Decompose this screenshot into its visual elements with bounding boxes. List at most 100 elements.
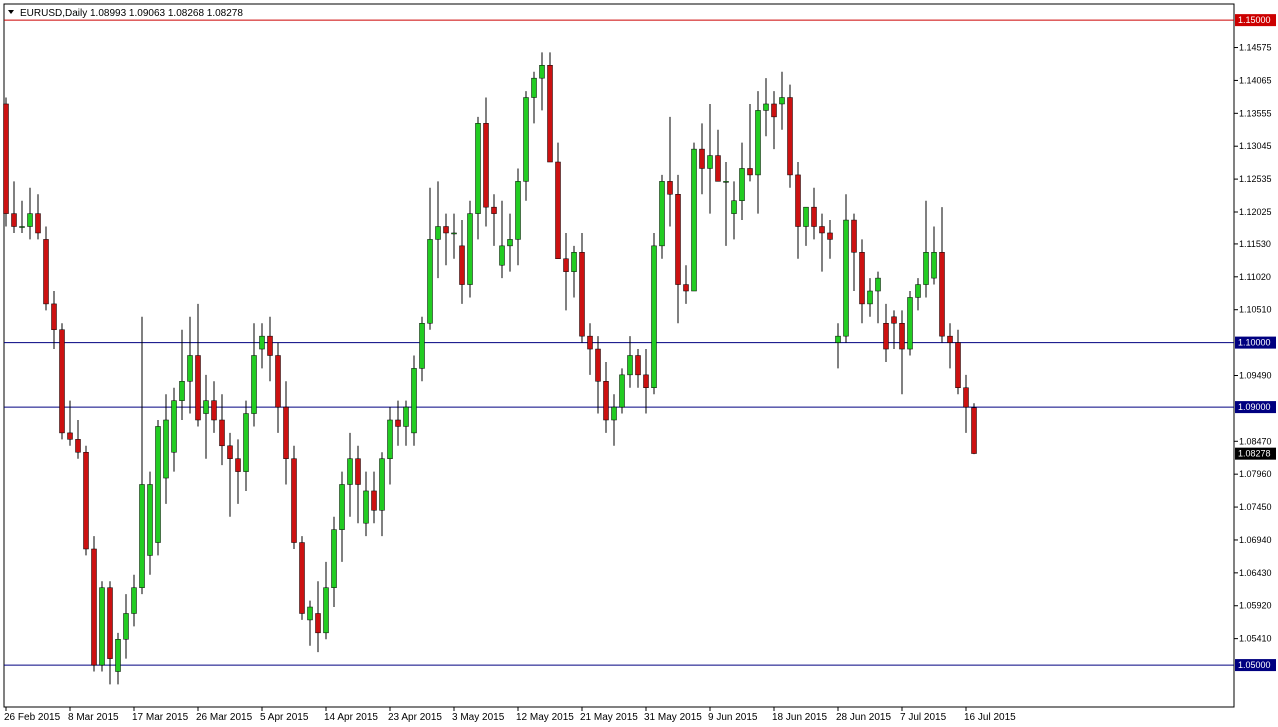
y-tick-label: 1.11530 bbox=[1239, 239, 1271, 249]
candle-body bbox=[75, 439, 81, 453]
candle-body bbox=[667, 181, 673, 195]
y-tick-label: 1.12535 bbox=[1239, 174, 1272, 184]
candle-body bbox=[843, 219, 849, 337]
candle-body bbox=[251, 355, 257, 414]
symbol-label: EURUSD,Daily bbox=[20, 8, 87, 19]
candle-body bbox=[827, 232, 833, 240]
candle-body bbox=[851, 219, 857, 253]
bearish-candle[interactable] bbox=[787, 84, 793, 188]
candle-body bbox=[835, 335, 841, 343]
candle-body bbox=[291, 458, 297, 543]
candle-body bbox=[371, 490, 377, 511]
candle-body bbox=[819, 226, 825, 234]
candle-body bbox=[387, 419, 393, 459]
y-tick-label: 1.05920 bbox=[1239, 601, 1272, 611]
candle-body bbox=[907, 297, 913, 350]
bearish-candle[interactable] bbox=[59, 323, 65, 440]
bearish-candle[interactable] bbox=[91, 536, 97, 672]
candle-body bbox=[339, 484, 345, 530]
bullish-candle[interactable] bbox=[619, 368, 625, 414]
candle-body bbox=[395, 419, 401, 427]
candle-body bbox=[923, 252, 929, 285]
candle-body bbox=[483, 123, 489, 208]
candle-body bbox=[155, 426, 161, 543]
candle-body bbox=[643, 374, 649, 388]
bullish-candle[interactable] bbox=[651, 232, 657, 395]
candle-body bbox=[955, 342, 961, 388]
candle-body bbox=[627, 355, 633, 376]
candle-body bbox=[147, 484, 153, 556]
candle-body bbox=[163, 419, 169, 479]
candle-body bbox=[59, 329, 65, 434]
x-tick-label: 28 Jun 2015 bbox=[836, 712, 891, 723]
candle-body bbox=[555, 161, 561, 260]
y-tick-label: 1.13555 bbox=[1239, 108, 1272, 118]
bearish-candle[interactable] bbox=[3, 97, 9, 227]
candle-body bbox=[235, 458, 241, 472]
x-tick-label: 26 Feb 2015 bbox=[4, 712, 61, 723]
candle-body bbox=[211, 400, 217, 421]
candle-body bbox=[259, 335, 265, 350]
bullish-candle[interactable] bbox=[99, 581, 105, 672]
candle-body bbox=[195, 355, 201, 421]
x-tick-label: 8 Mar 2015 bbox=[68, 712, 119, 723]
bullish-candle[interactable] bbox=[691, 142, 697, 292]
bullish-candle[interactable] bbox=[155, 419, 161, 556]
y-tick-label: 1.12025 bbox=[1239, 207, 1272, 217]
level-price-label: 1.09000 bbox=[1238, 402, 1271, 412]
candle-body bbox=[795, 174, 801, 227]
candle-body bbox=[747, 168, 753, 176]
level-price-label: 1.05000 bbox=[1238, 660, 1271, 670]
price-chart[interactable]: 1.15000 1.10000 1.09000 1.05000 1.14575 1.14… bbox=[0, 0, 1278, 727]
candle-body bbox=[131, 587, 137, 614]
x-tick-label: 21 May 2015 bbox=[580, 712, 638, 723]
candle-body bbox=[307, 606, 313, 621]
candle-body bbox=[243, 413, 249, 472]
candle-body bbox=[867, 290, 873, 305]
bullish-candle[interactable] bbox=[411, 355, 417, 446]
bearish-candle[interactable] bbox=[547, 52, 553, 163]
bearish-candle[interactable] bbox=[299, 536, 305, 620]
candle-body bbox=[691, 148, 697, 292]
candle-body bbox=[91, 548, 97, 666]
y-tick-label: 1.13045 bbox=[1239, 141, 1272, 151]
candle-body bbox=[939, 252, 945, 337]
bearish-candle[interactable] bbox=[83, 445, 89, 556]
candle-body bbox=[587, 335, 593, 350]
candle-body bbox=[443, 226, 449, 234]
y-tick-label: 1.14575 bbox=[1239, 43, 1272, 53]
candle-body bbox=[771, 103, 777, 118]
candle-body bbox=[411, 368, 417, 434]
candle-body bbox=[203, 400, 209, 414]
candle-body bbox=[355, 458, 361, 485]
chart-canvas[interactable]: 1.15000 1.10000 1.09000 1.05000 1.14575 1.14… bbox=[0, 0, 1278, 727]
candle-body bbox=[891, 316, 897, 324]
x-tick-label: 26 Mar 2015 bbox=[196, 712, 253, 723]
bearish-candle[interactable] bbox=[971, 403, 977, 455]
y-tick-label: 1.06940 bbox=[1239, 535, 1272, 545]
candle-body bbox=[531, 77, 537, 98]
candle-body bbox=[83, 451, 89, 550]
y-tick-label: 1.06430 bbox=[1239, 568, 1272, 578]
candle-body bbox=[739, 168, 745, 201]
candle-body bbox=[107, 587, 113, 659]
candle-body bbox=[35, 213, 41, 234]
bullish-candle[interactable] bbox=[907, 291, 913, 356]
candle-body bbox=[427, 239, 433, 324]
candle-body bbox=[611, 406, 617, 421]
x-tick-label: 12 May 2015 bbox=[516, 712, 574, 723]
level-price-label: 1.15000 bbox=[1238, 15, 1271, 25]
candle-body bbox=[475, 123, 481, 214]
candle-body bbox=[115, 639, 121, 672]
candle-body bbox=[571, 252, 577, 272]
candle-body bbox=[803, 206, 809, 227]
candle-body bbox=[651, 245, 657, 388]
candle-body bbox=[363, 490, 369, 524]
y-tick-label: 1.11020 bbox=[1239, 272, 1271, 282]
bearish-candle[interactable] bbox=[291, 445, 297, 549]
current-price-label: 1.08278 bbox=[1238, 449, 1271, 459]
y-tick-label: 1.07450 bbox=[1239, 502, 1272, 512]
candle-body bbox=[3, 103, 9, 214]
chart-header: EURUSD,Daily 1.08993 1.09063 1.08268 1.0… bbox=[8, 8, 243, 19]
bullish-candle[interactable] bbox=[467, 200, 473, 298]
